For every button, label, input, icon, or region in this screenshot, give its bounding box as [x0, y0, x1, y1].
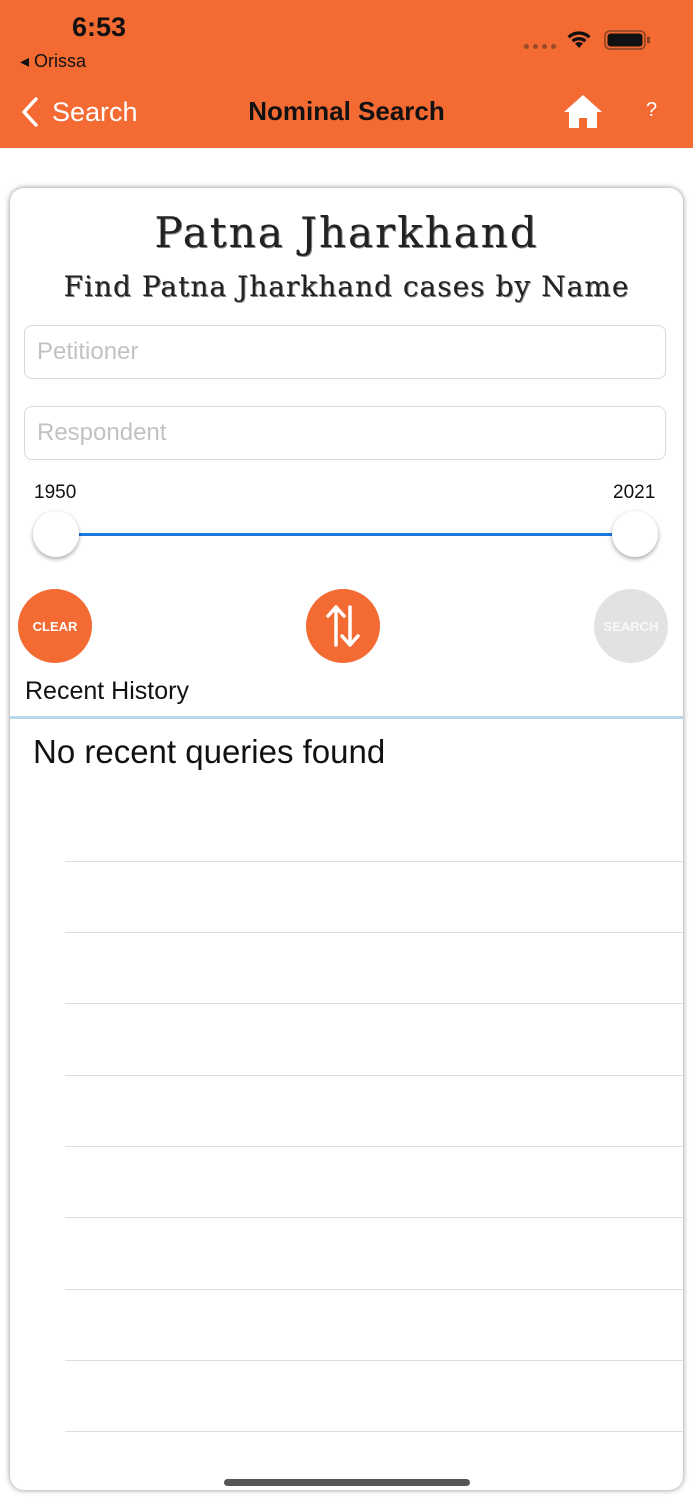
recent-history-heading: Recent History	[25, 677, 189, 705]
year-range-track[interactable]	[56, 533, 636, 536]
search-button[interactable]: SEARCH	[594, 589, 668, 663]
petitioner-input[interactable]	[25, 326, 665, 378]
screen: 6:53 ◂ Orissa Search Nominal Search ? Pa…	[0, 0, 693, 1500]
wifi-icon	[567, 31, 591, 48]
respondent-input[interactable]	[25, 407, 665, 459]
search-card: Patna Jharkhand Find Patna Jharkhand cas…	[10, 188, 683, 1490]
court-title: Patna Jharkhand	[154, 208, 539, 257]
status-back-app[interactable]: ◂ Orissa	[20, 51, 86, 72]
list-separator	[65, 861, 683, 862]
list-separator	[65, 1003, 683, 1004]
home-indicator[interactable]	[224, 1479, 470, 1486]
home-icon[interactable]	[562, 92, 604, 130]
list-separator	[65, 1360, 683, 1361]
respondent-field[interactable]	[24, 406, 666, 460]
year-min-label: 1950	[34, 482, 77, 503]
year-max-thumb[interactable]	[612, 511, 658, 557]
list-separator	[65, 1217, 683, 1218]
court-subtitle: Find Patna Jharkhand cases by Name	[63, 270, 630, 303]
list-separator	[65, 1075, 683, 1076]
clear-button[interactable]: CLEAR	[18, 589, 92, 663]
cellular-signal-icon	[524, 44, 556, 49]
year-min-thumb[interactable]	[33, 511, 79, 557]
recent-history-divider	[10, 716, 683, 719]
petitioner-field[interactable]	[24, 325, 666, 379]
empty-history-message: No recent queries found	[33, 733, 386, 770]
swap-arrows-icon	[326, 605, 360, 647]
battery-icon	[604, 30, 650, 50]
chevron-left-icon	[22, 97, 38, 127]
year-max-label: 2021	[613, 482, 656, 503]
back-button[interactable]: Search	[18, 94, 138, 130]
status-time: 6:53	[72, 12, 127, 42]
back-button-label: Search	[52, 96, 138, 127]
help-button[interactable]: ?	[646, 99, 657, 122]
header-bar: 6:53 ◂ Orissa Search Nominal Search ?	[0, 0, 693, 148]
list-separator	[65, 1289, 683, 1290]
list-separator	[65, 1431, 683, 1432]
list-separator	[65, 1146, 683, 1147]
list-separator	[65, 932, 683, 933]
swap-button[interactable]	[306, 589, 380, 663]
